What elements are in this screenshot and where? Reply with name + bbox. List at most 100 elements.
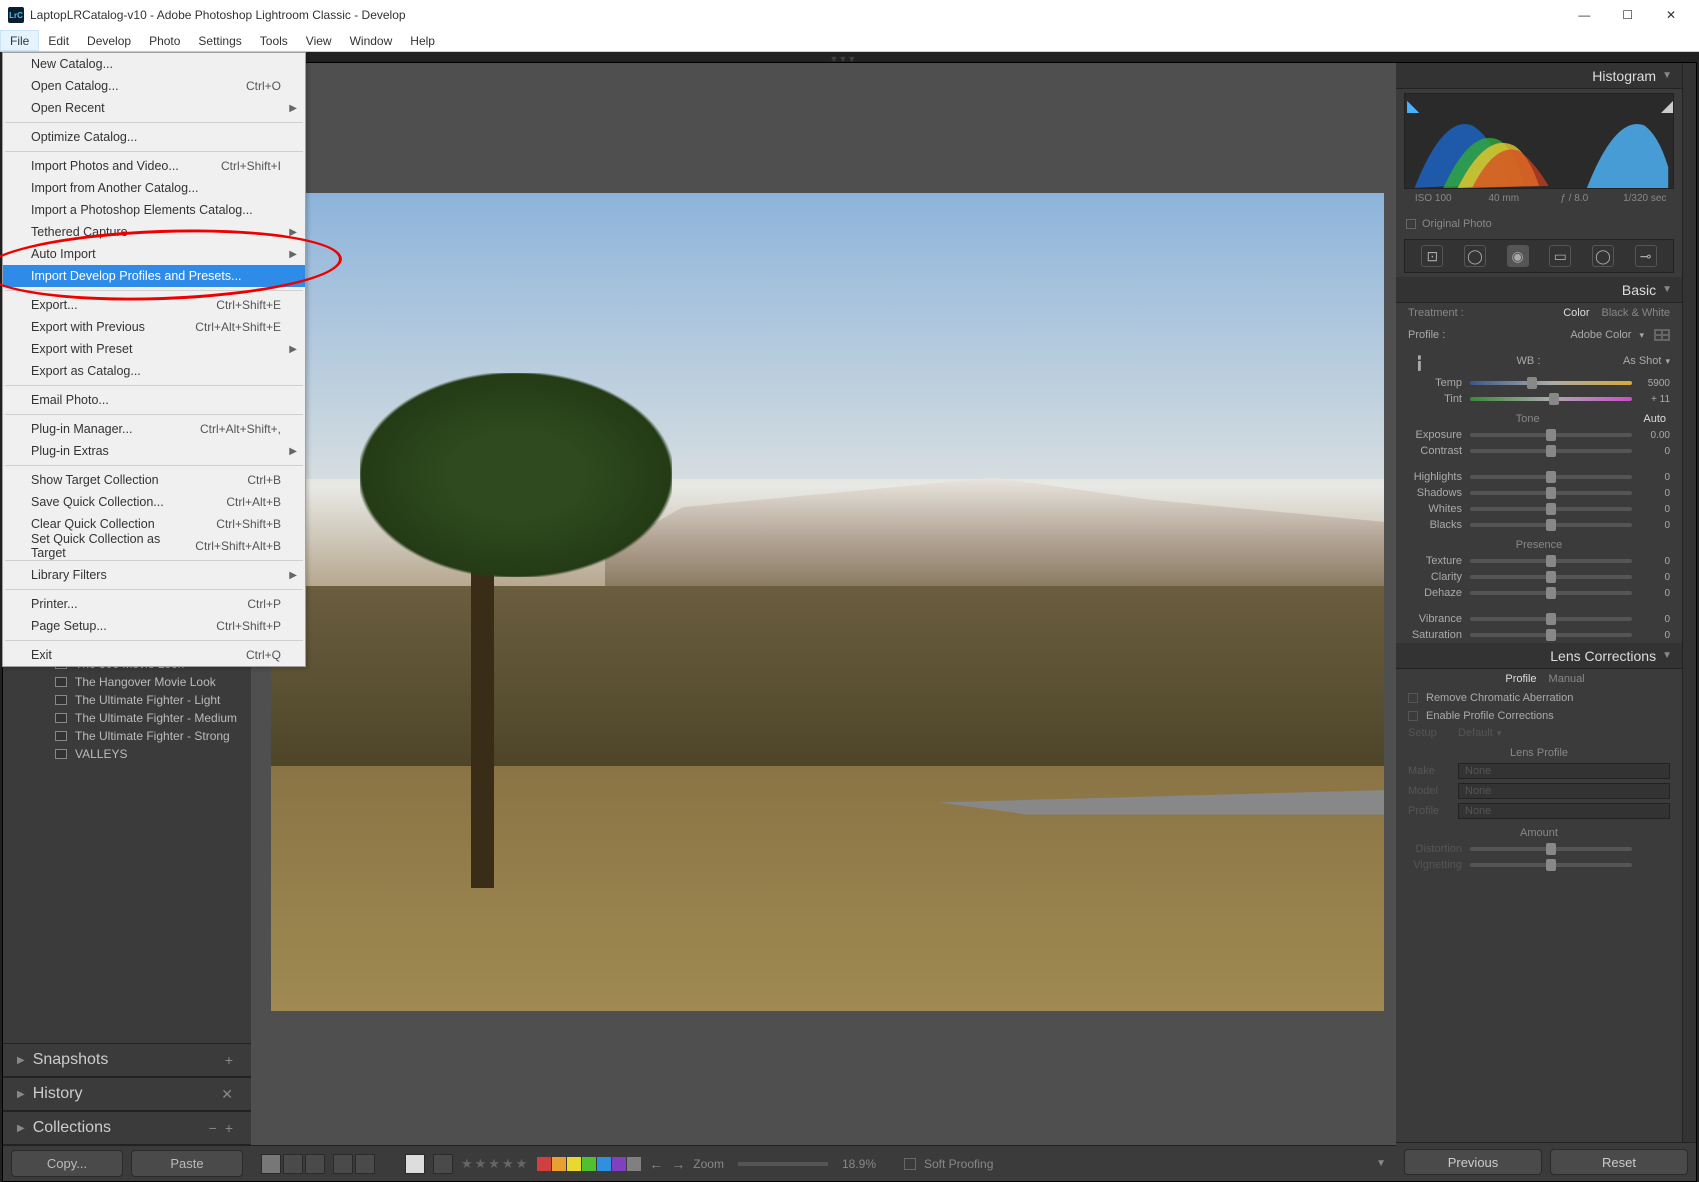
right-scrollbar[interactable] (1682, 63, 1696, 1142)
slider-saturation[interactable]: Saturation0 (1396, 627, 1682, 643)
view-mode-buttons[interactable] (261, 1154, 325, 1174)
color-swatch[interactable] (582, 1157, 596, 1171)
wb-select[interactable]: As Shot (1623, 355, 1662, 367)
slider-whites[interactable]: Whites0 (1396, 501, 1682, 517)
menu-item[interactable]: Plug-in Manager...Ctrl+Alt+Shift+, (3, 418, 305, 440)
menu-item[interactable]: Printer...Ctrl+P (3, 593, 305, 615)
shadow-clip-icon[interactable]: ◣ (1407, 96, 1417, 106)
toolbar-chevron-icon[interactable]: ▼ (1376, 1158, 1386, 1169)
preset-item[interactable]: The Ultimate Fighter - Medium (3, 709, 251, 727)
highlight-clip-icon[interactable]: ◢ (1661, 96, 1671, 106)
menu-edit[interactable]: Edit (39, 30, 78, 51)
add-icon[interactable]: + (221, 1120, 237, 1136)
flag-icon[interactable] (405, 1154, 425, 1174)
color-swatch[interactable] (597, 1157, 611, 1171)
preset-item[interactable]: VALLEYS (3, 745, 251, 763)
menu-item[interactable]: Export with Preset▶ (3, 338, 305, 360)
add-icon[interactable]: + (221, 1052, 237, 1068)
menu-item[interactable]: Open Recent▶ (3, 97, 305, 119)
menu-item[interactable]: Page Setup...Ctrl+Shift+P (3, 615, 305, 637)
menu-item[interactable]: Show Target CollectionCtrl+B (3, 469, 305, 491)
collections-panel[interactable]: ▶ Collections −+ (3, 1111, 251, 1145)
minimize-button[interactable]: — (1564, 8, 1604, 22)
slider-tint[interactable]: Tint+ 11 (1396, 391, 1682, 407)
color-swatch[interactable] (537, 1157, 551, 1171)
menu-item[interactable]: ExitCtrl+Q (3, 644, 305, 666)
menu-item[interactable]: Import from Another Catalog... (3, 177, 305, 199)
slider-texture[interactable]: Texture0 (1396, 553, 1682, 569)
bw-option[interactable]: Black & White (1602, 307, 1670, 319)
slider-exposure[interactable]: Exposure0.00 (1396, 427, 1682, 443)
maximize-button[interactable]: ☐ (1608, 8, 1648, 22)
menu-item[interactable]: Import a Photoshop Elements Catalog... (3, 199, 305, 221)
menu-item[interactable]: Save Quick Collection...Ctrl+Alt+B (3, 491, 305, 513)
compare-buttons[interactable] (333, 1154, 375, 1174)
brush-tool[interactable]: ⊸ (1635, 245, 1657, 267)
previous-button[interactable]: Previous (1404, 1149, 1542, 1175)
photo-preview[interactable] (271, 193, 1384, 1011)
color-option[interactable]: Color (1563, 307, 1589, 319)
distortion-slider[interactable]: Distortion (1396, 841, 1682, 857)
lens-profile-tab[interactable]: Profile (1505, 673, 1536, 685)
enable-pc-row[interactable]: Enable Profile Corrections (1396, 707, 1682, 725)
remove-ca-row[interactable]: Remove Chromatic Aberration (1396, 689, 1682, 707)
slider-blacks[interactable]: Blacks0 (1396, 517, 1682, 533)
close-button[interactable]: ✕ (1651, 8, 1691, 22)
mask-tool[interactable]: ▭ (1549, 245, 1571, 267)
menu-view[interactable]: View (297, 30, 341, 51)
spot-tool[interactable]: ◯ (1464, 245, 1486, 267)
color-labels[interactable] (537, 1157, 641, 1171)
preset-item[interactable]: The Ultimate Fighter - Strong (3, 727, 251, 745)
reject-icon[interactable] (433, 1154, 453, 1174)
menu-item[interactable]: Export as Catalog... (3, 360, 305, 382)
slider-contrast[interactable]: Contrast0 (1396, 443, 1682, 459)
snapshots-panel[interactable]: ▶ Snapshots + (3, 1043, 251, 1077)
auto-button[interactable]: Auto (1643, 413, 1666, 425)
original-photo-row[interactable]: Original Photo (1396, 213, 1682, 235)
histogram[interactable]: ◣ ◢ (1404, 93, 1674, 189)
basic-header[interactable]: Basic▼ (1396, 277, 1682, 303)
color-swatch[interactable] (552, 1157, 566, 1171)
reset-button[interactable]: Reset (1550, 1149, 1688, 1175)
setup-row[interactable]: SetupDefault▾ (1396, 725, 1682, 741)
lens-header[interactable]: Lens Corrections▼ (1396, 643, 1682, 669)
menu-develop[interactable]: Develop (78, 30, 140, 51)
color-swatch[interactable] (627, 1157, 641, 1171)
menu-item[interactable]: Plug-in Extras▶ (3, 440, 305, 462)
history-panel[interactable]: ▶ History ✕ (3, 1077, 251, 1111)
slider-vibrance[interactable]: Vibrance0 (1396, 611, 1682, 627)
menu-item[interactable]: Open Catalog...Ctrl+O (3, 75, 305, 97)
paste-button[interactable]: Paste (131, 1150, 243, 1177)
next-photo-icon[interactable]: → (671, 1156, 685, 1172)
model-row[interactable]: ModelNone (1396, 781, 1682, 801)
copy-button[interactable]: Copy... (11, 1150, 123, 1177)
vignetting-slider[interactable]: Vignetting (1396, 857, 1682, 873)
color-swatch[interactable] (612, 1157, 626, 1171)
preset-item[interactable]: The Hangover Movie Look (3, 673, 251, 691)
menu-photo[interactable]: Photo (140, 30, 189, 51)
slider-dehaze[interactable]: Dehaze0 (1396, 585, 1682, 601)
slider-temp[interactable]: Temp5900 (1396, 375, 1682, 391)
clear-icon[interactable]: ✕ (217, 1086, 237, 1103)
menu-item[interactable]: Export with PreviousCtrl+Alt+Shift+E (3, 316, 305, 338)
eyedropper-icon[interactable] (1404, 347, 1432, 375)
slider-shadows[interactable]: Shadows0 (1396, 485, 1682, 501)
menu-window[interactable]: Window (341, 30, 402, 51)
menu-settings[interactable]: Settings (189, 30, 250, 51)
menu-item[interactable]: Library Filters▶ (3, 564, 305, 586)
zoom-slider[interactable] (738, 1162, 828, 1166)
color-swatch[interactable] (567, 1157, 581, 1171)
menu-item[interactable]: Set Quick Collection as TargetCtrl+Shift… (3, 535, 305, 557)
profile-select-row[interactable]: ProfileNone (1396, 801, 1682, 821)
checkbox-icon[interactable] (1406, 219, 1416, 229)
slider-clarity[interactable]: Clarity0 (1396, 569, 1682, 585)
minus-icon[interactable]: − (205, 1120, 221, 1136)
rating-stars[interactable]: ★★★★★ (461, 1156, 529, 1172)
preset-item[interactable]: The Ultimate Fighter - Light (3, 691, 251, 709)
redeye-tool[interactable]: ◉ (1507, 245, 1529, 267)
menu-item[interactable]: Optimize Catalog... (3, 126, 305, 148)
slider-highlights[interactable]: Highlights0 (1396, 469, 1682, 485)
profile-browser-icon[interactable] (1654, 329, 1670, 341)
make-row[interactable]: MakeNone (1396, 761, 1682, 781)
menu-tools[interactable]: Tools (251, 30, 297, 51)
